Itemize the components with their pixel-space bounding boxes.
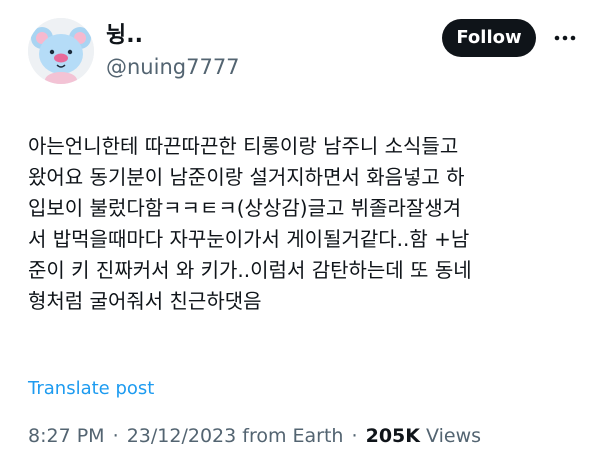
separator-dot: · bbox=[351, 425, 358, 447]
koala-avatar-icon bbox=[28, 18, 94, 84]
post-text: 아는언니한테 따끈따끈한 티롱이랑 남주니 소식들고 왔어요 동기분이 남준이랑… bbox=[28, 131, 584, 317]
post-metadata: 8:27 PM · 23/12/2023 from Earth · 205K V… bbox=[28, 423, 481, 449]
follow-button[interactable]: Follow bbox=[442, 19, 536, 57]
separator-dot: · bbox=[112, 425, 119, 447]
avatar[interactable] bbox=[28, 18, 94, 84]
post-text-line: 준이 키 진짜커서 와 키가..이럼서 감탄하는데 또 동네 bbox=[28, 258, 472, 282]
post-text-line: 서 밥먹을때마다 자꾸눈이가서 게이될거같다..함 +남 bbox=[28, 227, 470, 251]
post-text-line: 아는언니한테 따끈따끈한 티롱이랑 남주니 소식들고 bbox=[28, 134, 459, 158]
post-date[interactable]: 23/12/2023 from Earth bbox=[127, 425, 344, 447]
more-horizontal-icon bbox=[554, 35, 576, 41]
post-text-line: 입보이 불렀다함ㅋㅋㅌㅋ(상상감)글고 뷔졸라잘생겨 bbox=[28, 196, 462, 220]
views-count[interactable]: 205K bbox=[366, 425, 420, 447]
more-options-button[interactable] bbox=[552, 26, 578, 50]
views-label: Views bbox=[426, 425, 482, 447]
translate-post-link[interactable]: Translate post bbox=[28, 377, 154, 401]
tweet: 뉭.. @nuing7777 Follow 아는언니한테 따끈따끈한 티롱이랑 … bbox=[0, 0, 604, 456]
post-text-line: 형처럼 굴어줘서 친근하댓음 bbox=[28, 289, 262, 313]
author-display-name[interactable]: 뉭.. bbox=[106, 22, 143, 50]
post-text-line: 왔어요 동기분이 남준이랑 설거지하면서 화음넣고 하 bbox=[28, 165, 465, 189]
author-handle[interactable]: @nuing7777 bbox=[106, 53, 240, 81]
post-time[interactable]: 8:27 PM bbox=[28, 425, 105, 447]
